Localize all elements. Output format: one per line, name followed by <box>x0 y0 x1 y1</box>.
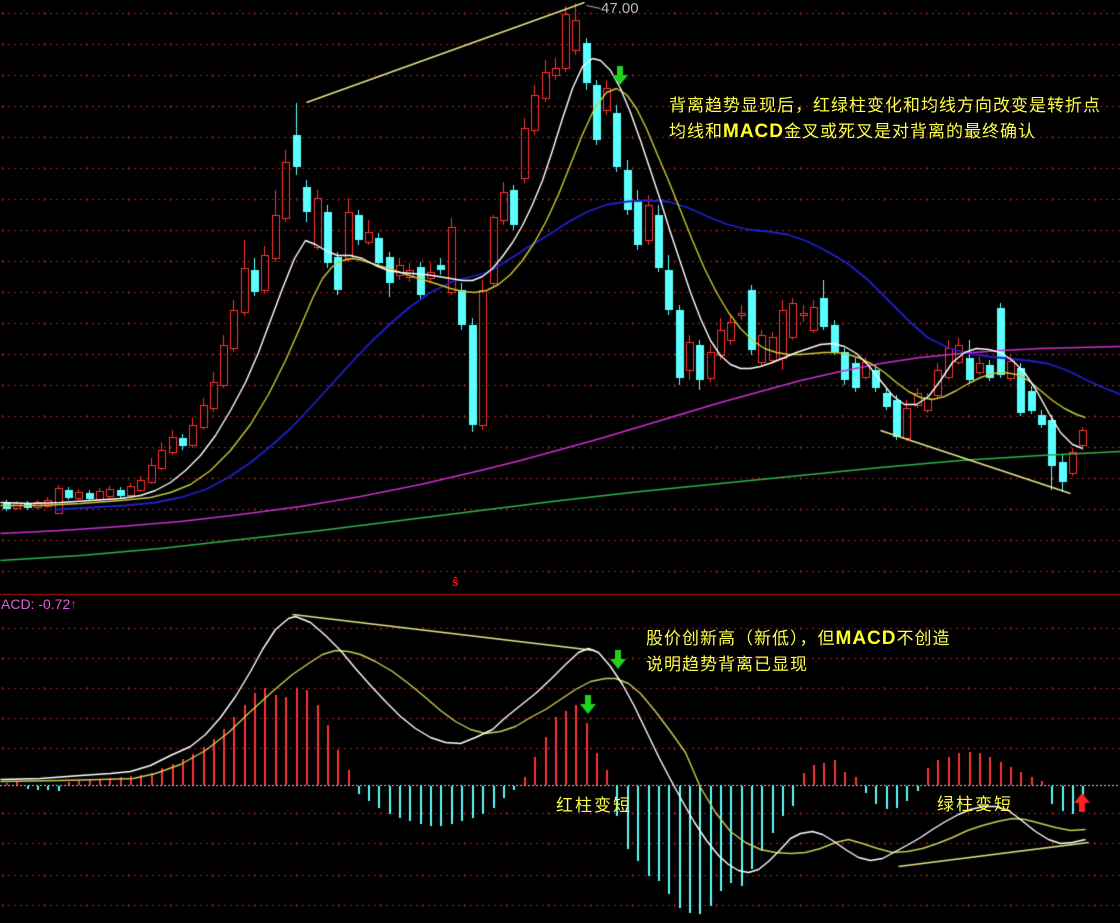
up-arrow-icon: ↑ <box>70 596 77 612</box>
annotation-line: 均线和MACD金叉或死叉是对背离的最终确认 <box>669 119 1101 145</box>
macd-keyword: MACD <box>836 628 897 649</box>
annotation-line: 背离趋势显现后，红绿柱变化和均线方向改变是转折点 <box>669 93 1101 119</box>
annotation-line: 说明趋势背离已显现 <box>646 652 951 678</box>
new-high-annotation: 股价创新高（新低），但MACD不创造 说明趋势背离已显现 <box>646 626 951 678</box>
annotation-line: 股价创新高（新低），但MACD不创造 <box>646 626 951 652</box>
red-bars-shorten-label: 红柱变短 <box>556 791 632 816</box>
peak-price-label: 47.00 <box>601 0 639 17</box>
green-bars-shorten-label: 绿柱变短 <box>937 790 1013 815</box>
macd-indicator-value: ACD: -0.72↑ <box>1 596 77 612</box>
macd-keyword: MACD <box>723 121 784 142</box>
section-marker: ŝ <box>452 575 459 589</box>
divergence-annotation: 背离趋势显现后，红绿柱变化和均线方向改变是转折点 均线和MACD金叉或死叉是对背… <box>669 93 1101 145</box>
stock-chart-window: 47.00 背离趋势显现后，红绿柱变化和均线方向改变是转折点 均线和MACD金叉… <box>0 0 1120 923</box>
